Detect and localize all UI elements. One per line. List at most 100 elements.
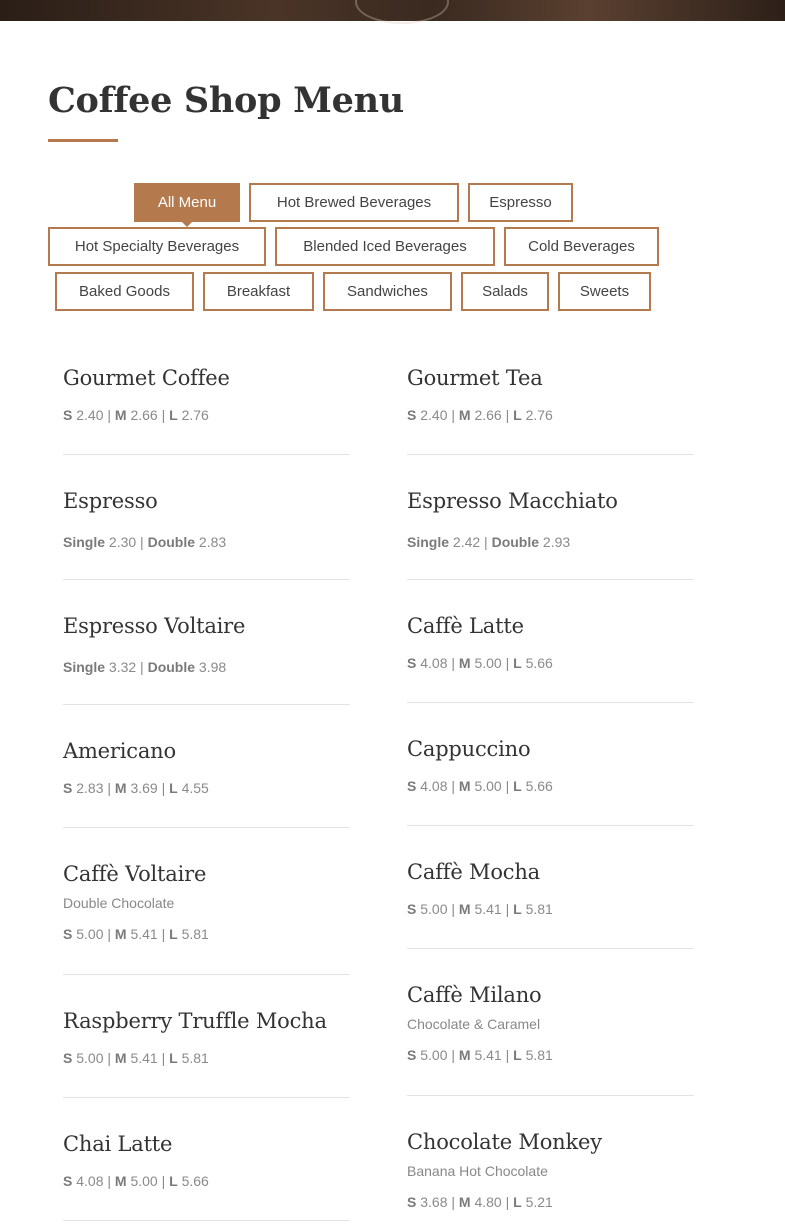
menu-item-prices: S 2.83 | M 3.69 | L 4.55 bbox=[63, 780, 209, 796]
price-size-label: S bbox=[63, 407, 73, 423]
price-size-label: M bbox=[114, 926, 127, 942]
price-size-label: M bbox=[458, 778, 471, 794]
menu-item-name: Caffè Voltaire bbox=[63, 862, 207, 886]
price-value: 2.66 bbox=[474, 407, 502, 423]
price-value: 5.81 bbox=[181, 1050, 209, 1066]
price-separator: | bbox=[447, 901, 459, 917]
price-value: 5.41 bbox=[474, 901, 502, 917]
page-title: Coffee Shop Menu bbox=[48, 80, 404, 121]
price-value: 5.41 bbox=[130, 926, 158, 942]
menu-item-prices: S 5.00 | M 5.41 | L 5.81 bbox=[63, 1050, 209, 1066]
price-size-label: S bbox=[63, 1173, 73, 1189]
menu-item-description: Banana Hot Chocolate bbox=[407, 1163, 548, 1179]
price-separator: | bbox=[136, 534, 148, 550]
price-value: 5.66 bbox=[525, 778, 553, 794]
price-separator: | bbox=[103, 407, 115, 423]
menu-item-caffe-milano: Caffè Milano Chocolate & Caramel S 5.00 | … bbox=[407, 983, 694, 1096]
menu-item-caffe-mocha: Caffè Mocha S 5.00 | M 5.41 | L 5.81 bbox=[407, 860, 694, 949]
price-separator: | bbox=[157, 1173, 170, 1189]
price-size-label: M bbox=[458, 901, 471, 917]
menu-item-prices: S 5.00 | M 5.41 | L 5.81 bbox=[407, 1047, 553, 1063]
price-value: 5.66 bbox=[525, 655, 553, 671]
price-separator: | bbox=[447, 407, 459, 423]
price-size-label: L bbox=[513, 407, 522, 423]
price-value: 5.00 bbox=[420, 1047, 448, 1063]
price-value: 5.81 bbox=[525, 901, 553, 917]
menu-item-name: Espresso bbox=[63, 489, 158, 513]
tab-salads[interactable]: Salads bbox=[461, 272, 549, 311]
tab-all-menu[interactable]: All Menu bbox=[134, 183, 240, 227]
price-size-label: L bbox=[169, 407, 178, 423]
price-separator: | bbox=[501, 1047, 514, 1063]
menu-item-prices: Single 2.30 | Double 2.83 bbox=[63, 534, 226, 550]
menu-item-name: Caffè Latte bbox=[407, 614, 524, 638]
price-size-label: Single bbox=[63, 534, 106, 550]
menu-item-espresso-voltaire: Espresso Voltaire Single 3.32 | Double 3.… bbox=[63, 614, 350, 705]
price-separator: | bbox=[157, 926, 170, 942]
price-value: 3.69 bbox=[130, 780, 158, 796]
tab-sandwiches[interactable]: Sandwiches bbox=[323, 272, 452, 311]
price-value: 4.08 bbox=[420, 778, 448, 794]
price-value: 5.00 bbox=[420, 901, 448, 917]
menu-item-name: Espresso Macchiato bbox=[407, 489, 618, 513]
price-value: 2.76 bbox=[181, 407, 209, 423]
price-separator: | bbox=[501, 655, 514, 671]
price-size-label: S bbox=[407, 1194, 417, 1210]
menu-item-prices: S 2.40 | M 2.66 | L 2.76 bbox=[407, 407, 553, 423]
menu-item-cappuccino: Cappuccino S 4.08 | M 5.00 | L 5.66 bbox=[407, 737, 694, 826]
menu-item-prices: S 4.08 | M 5.00 | L 5.66 bbox=[407, 655, 553, 671]
price-size-label: S bbox=[407, 778, 417, 794]
tab-hot-brewed-beverages[interactable]: Hot Brewed Beverages bbox=[249, 183, 459, 222]
menu-item-prices: S 5.00 | M 5.41 | L 5.81 bbox=[407, 901, 553, 917]
menu-item-raspberry-truffle-mocha: Raspberry Truffle Mocha S 5.00 | M 5.41 |… bbox=[63, 1009, 350, 1098]
tab-hot-specialty-beverages[interactable]: Hot Specialty Beverages bbox=[48, 227, 266, 266]
menu-item-prices: S 4.08 | M 5.00 | L 5.66 bbox=[407, 778, 553, 794]
price-separator: | bbox=[157, 407, 170, 423]
price-separator: | bbox=[103, 1173, 115, 1189]
price-size-label: M bbox=[114, 1050, 127, 1066]
menu-item-name: Chocolate Monkey bbox=[407, 1130, 602, 1154]
menu-item-prices: Single 2.42 | Double 2.93 bbox=[407, 534, 570, 550]
price-value: 5.00 bbox=[474, 655, 502, 671]
price-size-label: S bbox=[407, 407, 417, 423]
menu-item-name: Gourmet Coffee bbox=[63, 366, 230, 390]
price-size-label: M bbox=[114, 780, 127, 796]
menu-item-prices: S 4.08 | M 5.00 | L 5.66 bbox=[63, 1173, 209, 1189]
price-value: 5.41 bbox=[474, 1047, 502, 1063]
menu-item-gourmet-tea: Gourmet Tea S 2.40 | M 2.66 | L 2.76 bbox=[407, 366, 694, 455]
menu-item-americano: Americano S 2.83 | M 3.69 | L 4.55 bbox=[63, 739, 350, 828]
price-value: 4.80 bbox=[474, 1194, 502, 1210]
menu-item-name: Chai Latte bbox=[63, 1132, 173, 1156]
tab-cold-beverages[interactable]: Cold Beverages bbox=[504, 227, 659, 266]
price-value: 2.76 bbox=[525, 407, 553, 423]
price-value: 5.41 bbox=[130, 1050, 158, 1066]
price-separator: | bbox=[103, 780, 115, 796]
menu-item-name: Americano bbox=[63, 739, 176, 763]
hero-banner-image bbox=[0, 0, 785, 24]
menu-item-caffe-latte: Caffè Latte S 4.08 | M 5.00 | L 5.66 bbox=[407, 614, 694, 703]
price-size-label: L bbox=[169, 926, 178, 942]
price-size-label: S bbox=[407, 1047, 417, 1063]
tab-breakfast[interactable]: Breakfast bbox=[203, 272, 314, 311]
price-size-label: M bbox=[458, 655, 471, 671]
price-separator: | bbox=[501, 778, 514, 794]
price-size-label: M bbox=[458, 407, 471, 423]
menu-item-description: Double Chocolate bbox=[63, 895, 175, 911]
tab-baked-goods[interactable]: Baked Goods bbox=[55, 272, 194, 311]
price-value: 5.00 bbox=[76, 926, 104, 942]
price-separator: | bbox=[447, 778, 459, 794]
price-size-label: M bbox=[114, 1173, 127, 1189]
price-size-label: Single bbox=[407, 534, 450, 550]
price-size-label: L bbox=[513, 1047, 522, 1063]
price-value: 3.98 bbox=[198, 659, 227, 675]
tab-blended-iced-beverages[interactable]: Blended Iced Beverages bbox=[275, 227, 495, 266]
tab-sweets[interactable]: Sweets bbox=[558, 272, 651, 311]
price-size-label: S bbox=[63, 780, 73, 796]
price-value: 2.40 bbox=[76, 407, 104, 423]
price-size-label: L bbox=[169, 1050, 178, 1066]
menu-item-prices: Single 3.32 | Double 3.98 bbox=[63, 659, 226, 675]
tab-espresso[interactable]: Espresso bbox=[468, 183, 573, 222]
menu-item-name: Caffè Mocha bbox=[407, 860, 540, 884]
price-value: 2.83 bbox=[76, 780, 104, 796]
menu-item-chai-latte: Chai Latte S 4.08 | M 5.00 | L 5.66 bbox=[63, 1132, 350, 1221]
